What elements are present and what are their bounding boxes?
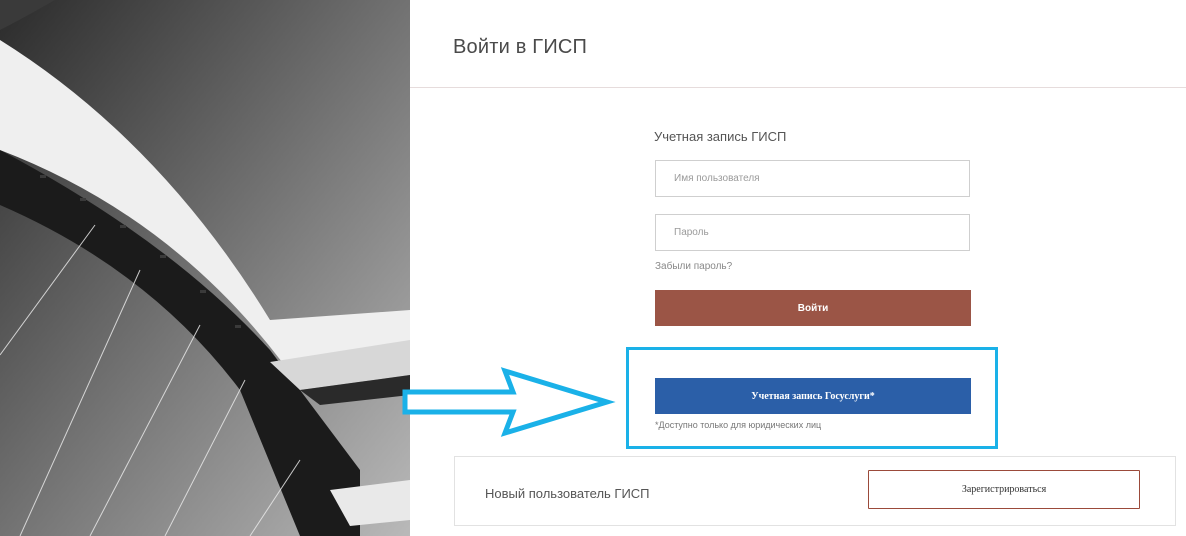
forgot-password-link[interactable]: Забыли пароль? xyxy=(655,261,732,272)
login-button[interactable]: Войти xyxy=(655,290,971,326)
register-button[interactable]: Зарегистрироваться xyxy=(868,470,1140,509)
gosuslugi-login-button[interactable]: Учетная запись Госуслуги* xyxy=(655,378,971,414)
new-user-label: Новый пользователь ГИСП xyxy=(485,486,650,501)
bridge-arch-photo xyxy=(0,0,410,536)
login-panel: Войти в ГИСП Учетная запись ГИСП Забыли … xyxy=(410,10,1186,536)
page-title: Войти в ГИСП xyxy=(453,36,588,58)
page-header: Войти в ГИСП xyxy=(410,10,1186,88)
new-user-section: Новый пользователь ГИСП Зарегистрировать… xyxy=(454,456,1176,526)
username-input[interactable] xyxy=(655,160,970,197)
legal-entities-note: *Доступно только для юридических лиц xyxy=(655,420,822,430)
login-form-heading: Учетная запись ГИСП xyxy=(654,129,787,144)
right-arrow-icon xyxy=(402,367,616,437)
password-input[interactable] xyxy=(655,214,970,251)
